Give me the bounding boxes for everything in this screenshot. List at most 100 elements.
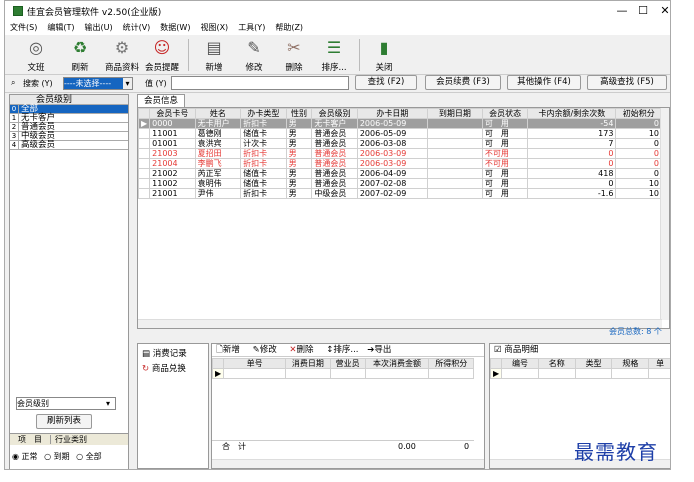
menu-help[interactable]: 帮助(Z) bbox=[270, 21, 308, 35]
delete-record-button[interactable]: ✕删除 bbox=[289, 345, 313, 355]
col-header[interactable]: 办卡日期 bbox=[356, 108, 428, 119]
menu-output[interactable]: 输出(U) bbox=[79, 21, 117, 35]
radio-expired[interactable]: ○ 到期 bbox=[44, 452, 70, 461]
maximize-button[interactable]: ☐ bbox=[632, 3, 654, 19]
category-tabs: 项 目行业类别 bbox=[10, 433, 128, 445]
close-button[interactable]: ▮ 关闭 bbox=[367, 37, 401, 73]
search-value-input[interactable] bbox=[171, 76, 349, 90]
chevron-down-icon: ▾ bbox=[123, 78, 132, 89]
menu-data[interactable]: 数据(W) bbox=[155, 21, 195, 35]
table-row[interactable]: 21003 夏招田 折扣卡男普通会员 2006-03-09 不可用 0 0 bbox=[137, 148, 662, 159]
table-row[interactable]: 11002 袁明伟 储值卡男普通会员 2007-02-08 可 用 0 10 bbox=[137, 178, 662, 189]
col-header[interactable]: 营业员 bbox=[329, 358, 366, 369]
col-header[interactable]: 会员卡号 bbox=[149, 108, 196, 119]
col-header[interactable]: 姓名 bbox=[194, 108, 242, 119]
col-header[interactable]: 会员状态 bbox=[481, 108, 529, 119]
sort-record-button[interactable]: ↕排序... bbox=[326, 345, 358, 355]
level-filter-select[interactable]: 会员级别 ▾ bbox=[16, 397, 116, 410]
status-radio-group: ◉ 正常 ○ 到期 ○ 全部 bbox=[12, 451, 102, 462]
minimize-button[interactable]: — bbox=[611, 3, 633, 19]
member-table: 会员卡号 姓名 办卡类型 性别 会员级别 办卡日期 到期日期 会员状态 卡内余额… bbox=[137, 108, 662, 199]
col-header[interactable]: 本次消费金额 bbox=[364, 358, 430, 369]
refresh-button[interactable]: ♻ 刷新 bbox=[63, 37, 97, 73]
find-button[interactable]: 查找 (F2) bbox=[355, 75, 417, 90]
col-header[interactable]: 名称 bbox=[537, 358, 576, 369]
member-grid: 会员卡号 姓名 办卡类型 性别 会员级别 办卡日期 到期日期 会员状态 卡内余额… bbox=[137, 107, 670, 329]
table-row[interactable]: ▶ bbox=[489, 368, 670, 379]
advanced-find-button[interactable]: 高级查找 (F5) bbox=[587, 75, 667, 90]
table-row[interactable]: 21002 芮正军 储值卡男普通会员 2006-04-09 可 用 418 0 bbox=[137, 168, 662, 179]
add-button[interactable]: ▤ 新增 bbox=[197, 37, 231, 73]
products-button[interactable]: ⚙ 商品资料 bbox=[105, 37, 139, 73]
record-icon: ▤ bbox=[142, 349, 151, 359]
search-bar: ⌕ 搜索 (Y) ----未选择---- ▾ 值 (Y) 查找 (F2) 会员续费… bbox=[5, 75, 670, 93]
shift-button[interactable]: ◎ 文班 bbox=[19, 37, 53, 73]
consumption-table: 单号 消费日期 营业员 本次消费金额 所得积分 ▶ bbox=[211, 358, 474, 379]
search-icon: ⌕ bbox=[11, 78, 16, 87]
level-item[interactable]: 4 高级会员 bbox=[10, 141, 128, 150]
refresh-icon: ♻ bbox=[72, 38, 88, 57]
col-header[interactable]: 办卡类型 bbox=[240, 108, 287, 119]
table-row[interactable]: 01001 袁洪宾 计次卡男普通会员 2006-03-08 可 用70 bbox=[137, 138, 662, 149]
col-header[interactable]: 初始积分 bbox=[615, 108, 662, 119]
window-title: 佳宜会员管理软件 v2.50(企业版) bbox=[27, 7, 162, 18]
delete-icon: ✂ bbox=[287, 38, 301, 57]
tab-exchange[interactable]: ↻ 商品兑换 bbox=[138, 362, 208, 374]
menu-tools[interactable]: 工具(Y) bbox=[233, 21, 270, 35]
horizontal-scrollbar[interactable] bbox=[212, 459, 484, 468]
search-label: 搜索 (Y) bbox=[23, 79, 53, 88]
chevron-down-icon: ▾ bbox=[106, 399, 111, 408]
col-header[interactable]: 编号 bbox=[501, 358, 539, 369]
table-header: 会员卡号 姓名 办卡类型 性别 会员级别 办卡日期 到期日期 会员状态 卡内余额… bbox=[137, 108, 662, 119]
add-icon: ▤ bbox=[206, 38, 222, 57]
consumption-panel: 🗋新增 ✎修改 ✕删除 ↕排序... ➔导出 单号 消费日期 营业员 本次消费金额 所得… bbox=[211, 343, 485, 469]
menu-view[interactable]: 视图(X) bbox=[195, 21, 233, 35]
refresh-list-button[interactable]: 刷新列表 bbox=[36, 414, 92, 429]
export-button[interactable]: ➔导出 bbox=[367, 345, 391, 355]
edit-record-button[interactable]: ✎修改 bbox=[253, 345, 277, 355]
table-row[interactable]: 21004 李鹏飞 折扣卡男普通会员 2006-03-09 不可用 0 0 bbox=[137, 158, 662, 169]
col-header[interactable]: 会员级别 bbox=[311, 108, 358, 119]
col-header[interactable]: 单 bbox=[648, 358, 670, 369]
radio-all[interactable]: ○ 全部 bbox=[76, 452, 102, 461]
tab-industry[interactable]: 行业类别 bbox=[51, 435, 87, 444]
table-row[interactable]: ▶ bbox=[211, 368, 474, 379]
menu-stats[interactable]: 统计(V) bbox=[118, 21, 156, 35]
col-header[interactable]: 卡内余额/剩余次数 bbox=[527, 108, 617, 119]
vertical-scrollbar[interactable] bbox=[660, 108, 669, 320]
exchange-icon: ↻ bbox=[142, 364, 150, 374]
menu-edit[interactable]: 编辑(T) bbox=[42, 21, 79, 35]
edit-button[interactable]: ✎ 修改 bbox=[237, 37, 271, 73]
horizontal-scrollbar[interactable] bbox=[138, 319, 662, 328]
col-header[interactable]: 所得积分 bbox=[428, 358, 474, 369]
col-header[interactable]: 消费日期 bbox=[285, 358, 331, 369]
renew-button[interactable]: 会员续费 (F3) bbox=[425, 75, 501, 90]
col-header[interactable]: 单号 bbox=[223, 358, 287, 369]
delete-button[interactable]: ✂ 删除 bbox=[277, 37, 311, 73]
product-table: 编号 名称 类型 规格单 ▶ bbox=[489, 358, 670, 379]
lower-tabs: ▤ 消费记录 ↻ 商品兑换 bbox=[137, 343, 209, 469]
edit-icon: ✎ bbox=[247, 38, 261, 57]
col-header[interactable]: 规格 bbox=[611, 358, 650, 369]
row-pointer-icon: ▶ bbox=[489, 368, 503, 379]
app-window: 佳宜会员管理软件 v2.50(企业版) — ☐ ✕ 文件(S) 编辑(T) 输出… bbox=[4, 0, 671, 470]
col-header[interactable]: 类型 bbox=[574, 358, 613, 369]
product-detail-toggle[interactable]: ☑ 商品明细 bbox=[490, 344, 670, 357]
add-record-button[interactable]: 🗋新增 bbox=[216, 345, 240, 355]
table-row[interactable]: 11001 葛德刚 储值卡男普通会员 2006-05-09 可 用 173 10 bbox=[137, 128, 662, 139]
menu-bar: 文件(S) 编辑(T) 输出(U) 统计(V) 数据(W) 视图(X) 工具(Y… bbox=[5, 21, 670, 35]
tab-member-info[interactable]: 会员信息 bbox=[137, 94, 185, 107]
table-row[interactable]: 21001 尹伟 折扣卡男中级会员 2007-02-09 可 用 -1.6 10 bbox=[137, 188, 662, 199]
menu-file[interactable]: 文件(S) bbox=[5, 21, 42, 35]
table-row[interactable]: ▶ 0000 无卡用户 折扣卡男无卡客户 2006-05-09 可 用 -54 0 bbox=[137, 118, 662, 129]
tab-consumption[interactable]: ▤ 消费记录 bbox=[138, 344, 208, 362]
member-reminder-button[interactable]: ☺ 会员提醒 bbox=[145, 37, 179, 73]
radio-normal[interactable]: ◉ 正常 bbox=[12, 452, 38, 461]
col-header[interactable]: 到期日期 bbox=[426, 108, 483, 119]
search-field-select[interactable]: ----未选择---- ▾ bbox=[63, 77, 133, 90]
tab-items[interactable]: 项 目 bbox=[10, 435, 51, 444]
sort-button[interactable]: ☰ 排序... bbox=[317, 37, 351, 73]
close-window-button[interactable]: ✕ bbox=[654, 3, 670, 19]
col-header[interactable]: 性别 bbox=[285, 108, 313, 119]
other-ops-button[interactable]: 其他操作 (F4) bbox=[507, 75, 581, 90]
